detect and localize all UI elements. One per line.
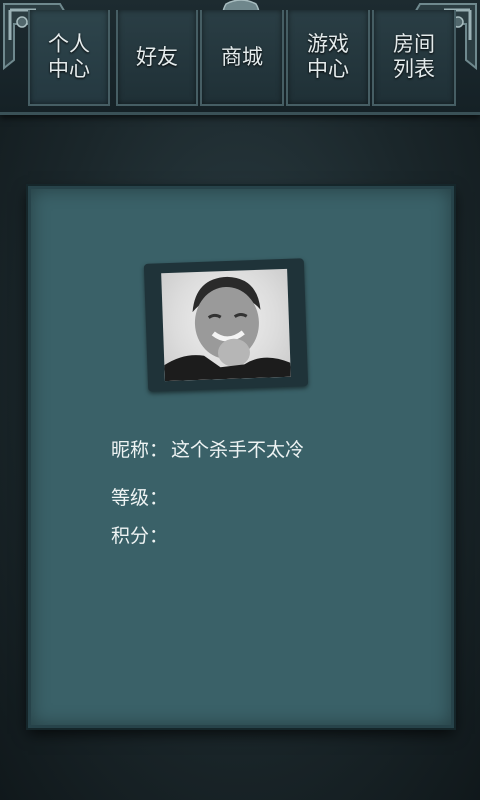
level-label: 等级： — [111, 487, 169, 509]
tab-label: 个人 中心 — [48, 32, 90, 81]
nickname-label: 昵称： — [111, 439, 169, 461]
tab-room-list[interactable]: 房间 列表 — [372, 10, 456, 106]
tab-personal-center[interactable]: 个人 中心 — [28, 10, 110, 106]
avatar[interactable] — [161, 268, 291, 382]
tab-friends[interactable]: 好友 — [116, 10, 198, 106]
profile-card: 昵称： 这个杀手不太冷 等级： 积分： — [28, 186, 454, 728]
tab-label: 好友 — [136, 44, 178, 69]
tab-label: 游戏 中心 — [307, 32, 349, 81]
tab-label: 商城 — [221, 44, 263, 69]
avatar-photo-icon — [164, 276, 291, 382]
score-label: 积分： — [111, 525, 169, 547]
nickname-value: 这个杀手不太冷 — [171, 439, 305, 461]
avatar-frame — [143, 258, 309, 392]
tab-shop[interactable]: 商城 — [200, 10, 284, 106]
top-tab-bar: 个人 中心 好友 商城 游戏 中心 房间 列表 — [0, 0, 480, 115]
tab-game-center[interactable]: 游戏 中心 — [286, 10, 370, 106]
tab-label: 房间 列表 — [393, 32, 435, 81]
